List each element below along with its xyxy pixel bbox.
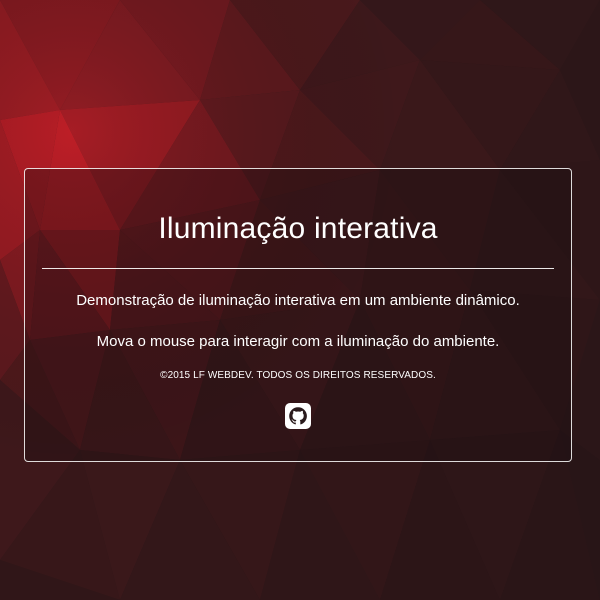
lighting-stage[interactable]: Iluminação interativa Demonstração de il… xyxy=(0,0,600,600)
description-text: Demonstração de iluminação interativa em… xyxy=(76,292,520,309)
info-panel: Iluminação interativa Demonstração de il… xyxy=(24,168,572,462)
github-link[interactable] xyxy=(285,403,311,429)
page-title: Iluminação interativa xyxy=(158,212,438,245)
copyright-text: ©2015 LF WEBDEV. TODOS OS DIREITOS RESER… xyxy=(160,370,436,381)
instruction-text: Mova o mouse para interagir com a ilumin… xyxy=(96,333,500,350)
title-divider xyxy=(42,268,554,269)
github-icon xyxy=(285,403,311,429)
